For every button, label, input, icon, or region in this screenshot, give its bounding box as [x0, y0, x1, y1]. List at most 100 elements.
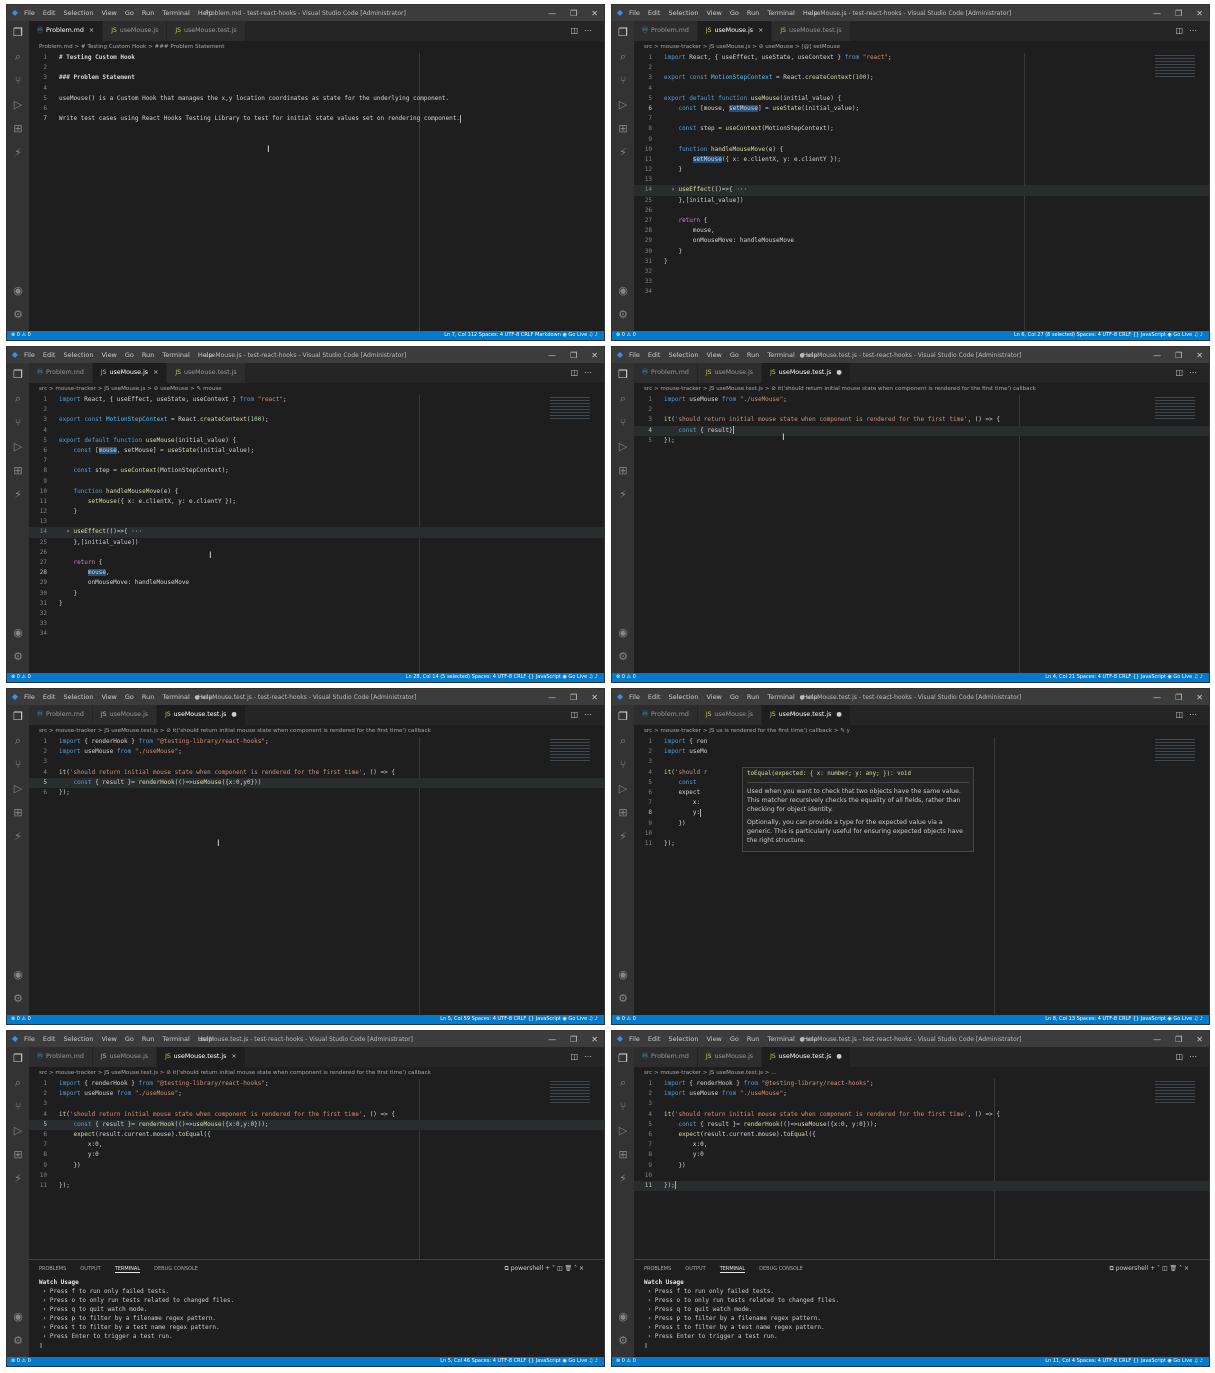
tab-problem-md[interactable]: Ⓜ Problem.md	[29, 1047, 93, 1067]
explorer-icon[interactable]: ❐	[612, 363, 634, 387]
run-debug-icon[interactable]: ▷	[7, 777, 29, 801]
code-line[interactable]: 9	[634, 135, 1209, 145]
extensions-icon[interactable]: ⊞	[612, 117, 634, 141]
run-debug-icon[interactable]: ▷	[612, 435, 634, 459]
tab-usemouse-js[interactable]: JS useMouse.js	[697, 363, 763, 383]
code-line[interactable]: 13	[29, 517, 604, 527]
search-icon[interactable]: ⌕	[7, 1071, 29, 1095]
code-line[interactable]: 34	[634, 287, 1209, 297]
status-right-items[interactable]: Ln 7, Col 112 Spaces: 4 UTF-8 CRLF Markd…	[444, 331, 598, 340]
tab-usemouse-js[interactable]: JS useMouse.js ×	[697, 21, 773, 41]
source-control-icon[interactable]: ⑂	[7, 411, 29, 435]
live-share-icon[interactable]: ⚡	[7, 141, 29, 165]
menu-help[interactable]: Help	[198, 351, 213, 359]
explorer-icon[interactable]: ❐	[7, 21, 29, 45]
tab-usemouse-js[interactable]: JS useMouse.js ×	[92, 363, 168, 383]
menu-view[interactable]: View	[706, 351, 721, 359]
code-line[interactable]: 31}	[634, 257, 1209, 267]
code-line[interactable]: 5 const { result }= renderHook(()=>useMo…	[29, 1119, 604, 1130]
account-icon[interactable]: ◉	[7, 279, 29, 303]
breadcrumb[interactable]: Problem.md > # Testing Custom Hook > ###…	[29, 41, 604, 53]
terminal-panel[interactable]: PROBLEMS OUTPUT TERMINAL DEBUG CONSOLE ⧉ pow…	[634, 1259, 1209, 1357]
minimize-icon[interactable]: —	[548, 351, 556, 360]
status-problems[interactable]: ⊗ 0 ⚠ 0	[11, 331, 31, 340]
tab-usemouse-test-js[interactable]: JS useMouse.test.js ●	[157, 705, 246, 725]
tab-usemouse-js[interactable]: JS useMouse.js	[103, 21, 168, 41]
explorer-icon[interactable]: ❐	[7, 363, 29, 387]
status-problems[interactable]: ⊗ 0 ⚠ 0	[616, 1015, 636, 1024]
tab-usemouse-test-js[interactable]: JS useMouse.test.js ×	[157, 1047, 246, 1067]
code-line[interactable]: 6	[29, 104, 604, 114]
explorer-icon[interactable]: ❐	[7, 1047, 29, 1071]
status-right-items[interactable]: Ln 28, Col 14 (5 selected) Spaces: 4 UTF…	[406, 673, 598, 682]
source-control-icon[interactable]: ⑂	[612, 1095, 634, 1119]
maximize-icon[interactable]: ❐	[1175, 9, 1182, 18]
search-icon[interactable]: ⌕	[612, 1071, 634, 1095]
code-line[interactable]: 12 }	[634, 165, 1209, 175]
menu-go[interactable]: Go	[730, 693, 739, 701]
code-line[interactable]: 26	[29, 548, 604, 558]
code-editor[interactable]: 1 import React, { useEffect, useState, us…	[29, 395, 604, 673]
breadcrumb[interactable]: src > mouse-tracker > JS useMouse.test.j…	[634, 383, 1209, 395]
minimize-icon[interactable]: —	[1153, 693, 1161, 702]
minimize-icon[interactable]: —	[1153, 351, 1161, 360]
menu-view[interactable]: View	[706, 9, 721, 17]
breadcrumb[interactable]: src > mouse-tracker > JS useMouse.test.j…	[29, 725, 604, 737]
close-tab-icon[interactable]: ×	[153, 369, 158, 376]
code-line[interactable]: 6 const [mouse, setMouse] = useState(ini…	[634, 104, 1209, 114]
extensions-icon[interactable]: ⊞	[612, 459, 634, 483]
code-line[interactable]: 9 })	[634, 1161, 1209, 1171]
code-line[interactable]: 1 import useMouse from "./useMouse";	[634, 395, 1209, 405]
account-icon[interactable]: ◉	[612, 963, 634, 987]
menu-terminal[interactable]: Terminal	[162, 9, 189, 17]
menu-help[interactable]: Help	[803, 351, 818, 359]
code-line[interactable]: 1 import React, { useEffect, useState, us…	[634, 53, 1209, 63]
code-line[interactable]: 25 },[initial_value])	[634, 196, 1209, 206]
code-line[interactable]: 5 const { result }= renderHook(()=>useMo…	[634, 1120, 1209, 1130]
menu-go[interactable]: Go	[125, 693, 134, 701]
close-window-icon[interactable]: ✕	[591, 351, 598, 360]
code-line[interactable]: 2	[29, 405, 604, 415]
code-line[interactable]: 3 export const MotionStepContext = React.…	[29, 415, 604, 425]
live-share-icon[interactable]: ⚡	[612, 1167, 634, 1191]
code-line[interactable]: 3 ### Problem Statement	[29, 73, 604, 83]
panel-tab-debug-console[interactable]: DEBUG CONSOLE	[154, 1266, 198, 1272]
source-control-icon[interactable]: ⑂	[7, 753, 29, 777]
unsaved-dot-icon[interactable]: ●	[836, 369, 842, 376]
menu-edit[interactable]: Edit	[43, 1035, 56, 1043]
code-line[interactable]: 4 it('should return initial mouse state w…	[634, 1110, 1209, 1120]
code-line[interactable]: 2 import useMouse from "./useMouse";	[29, 747, 604, 757]
tab-usemouse-js[interactable]: JS useMouse.js	[697, 705, 763, 725]
panel-tab-terminal[interactable]: TERMINAL	[719, 1266, 746, 1273]
code-line[interactable]: 10	[29, 1171, 604, 1181]
maximize-icon[interactable]: ❐	[1175, 693, 1182, 702]
menu-selection[interactable]: Selection	[668, 9, 698, 17]
minimize-icon[interactable]: —	[548, 1035, 556, 1044]
menu-selection[interactable]: Selection	[668, 693, 698, 701]
code-line[interactable]: 4	[634, 84, 1209, 94]
live-share-icon[interactable]: ⚡	[612, 141, 634, 165]
code-editor[interactable]: 1 import useMouse from "./useMouse"; 2 3 it(…	[634, 395, 1209, 673]
menu-go[interactable]: Go	[125, 1035, 134, 1043]
menu-go[interactable]: Go	[730, 1035, 739, 1043]
code-line[interactable]: 7 Write test cases using React Hooks Test…	[29, 114, 604, 124]
menu-run[interactable]: Run	[142, 351, 154, 359]
code-line[interactable]: 2 import useMo	[634, 747, 1209, 757]
menu-terminal[interactable]: Terminal	[162, 693, 189, 701]
code-editor[interactable]: 1 import { renderHook } from "@testing-li…	[29, 737, 604, 1015]
status-right-items[interactable]: Ln 4, Col 21 Spaces: 4 UTF-8 CRLF {} Jav…	[1045, 673, 1203, 682]
code-line[interactable]: 1 import { renderHook } from "@testing-li…	[634, 1079, 1209, 1089]
menu-run[interactable]: Run	[142, 1035, 154, 1043]
menu-help[interactable]: Help	[803, 693, 818, 701]
extensions-icon[interactable]: ⊞	[7, 1143, 29, 1167]
explorer-icon[interactable]: ❐	[612, 1047, 634, 1071]
code-line[interactable]: 4 it('should return initial mouse state w…	[29, 1110, 604, 1120]
menu-run[interactable]: Run	[747, 1035, 759, 1043]
code-line[interactable]: 7 x:0,	[634, 1140, 1209, 1150]
code-line[interactable]: 28 mouse,	[29, 568, 604, 578]
tab-usemouse-js[interactable]: JS useMouse.js	[92, 705, 158, 725]
menu-view[interactable]: View	[101, 351, 116, 359]
maximize-icon[interactable]: ❐	[570, 693, 577, 702]
code-line[interactable]: 10	[634, 1171, 1209, 1181]
code-line[interactable]: 6 expect(result.current.mouse).toEqual({	[634, 1130, 1209, 1140]
